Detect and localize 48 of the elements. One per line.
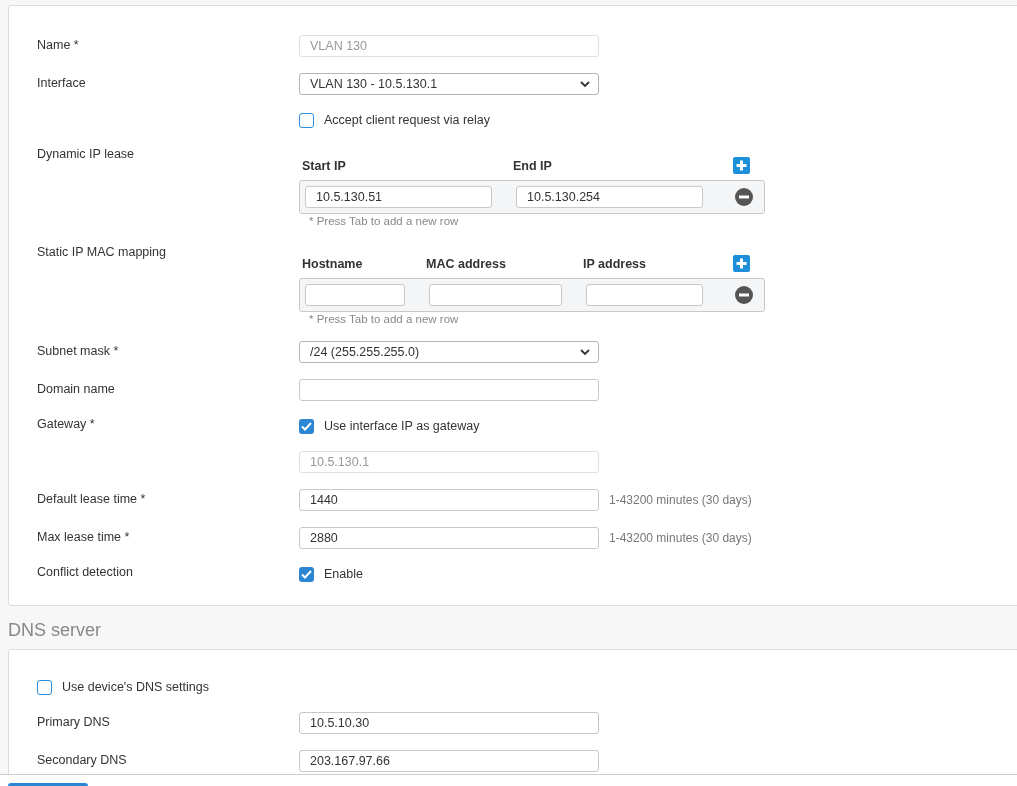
checkbox-label: Accept client request via relay [324,113,491,127]
field-label: Conflict detection [37,565,134,579]
input-field[interactable]: 203.167.97.66 [299,750,599,772]
range-hint: 1-43200 minutes (30 days) [609,531,752,545]
table-hint: * Press Tab to add a new row [308,214,460,227]
dropdown[interactable]: VLAN 130 - 10.5.130.1 [299,73,599,95]
column-header: MAC address [426,256,507,271]
input-field[interactable]: 10.5.10.30 [299,712,599,734]
column-header: Hostname [302,256,364,271]
add-icon[interactable] [732,157,750,174]
checkbox-label: Enable [324,567,363,581]
field-label: Name * [37,37,80,52]
range-hint: 1-43200 minutes (30 days) [609,493,752,507]
dropdown[interactable]: /24 (255.255.255.0) [299,341,599,363]
input-field[interactable] [586,284,703,306]
field-label: Static IP MAC mapping [37,244,167,259]
field-label: Domain name [37,381,116,396]
chevron-icon [580,80,590,88]
field-label: Subnet mask * [37,343,120,358]
checkbox[interactable] [299,566,314,582]
table-hint: * Press Tab to add a new row [308,312,460,325]
column-header: End IP [513,158,553,173]
checkbox-label: Use device's DNS settings [62,680,209,694]
section-title: DNS server [8,620,102,641]
remove-icon[interactable] [735,188,753,206]
field-label: Dynamic IP lease [37,146,136,161]
chevron-icon [580,348,590,356]
add-icon[interactable] [732,255,750,272]
field-label: Default lease time * [37,491,147,506]
field-label: Gateway * [37,417,96,431]
input-field[interactable]: 10.5.130.254 [516,186,703,208]
field-label: Secondary DNS [37,752,128,767]
remove-icon[interactable] [735,286,753,304]
input-field[interactable] [299,379,599,401]
field-label: Max lease time * [37,529,131,544]
checkbox-label: Use interface IP as gateway [324,419,480,433]
checkbox[interactable] [299,418,314,434]
column-header: Start IP [302,158,347,173]
input-field[interactable]: 1440 [299,489,599,511]
field-label: Interface [37,75,87,90]
input-field[interactable] [429,284,562,306]
input-field[interactable] [305,284,405,306]
input-field[interactable]: 10.5.130.51 [305,186,492,208]
checkbox[interactable] [37,679,52,695]
field-label: Primary DNS [37,714,111,729]
column-header: IP address [583,256,647,271]
checkbox[interactable] [299,112,314,128]
input-field[interactable]: 2880 [299,527,599,549]
